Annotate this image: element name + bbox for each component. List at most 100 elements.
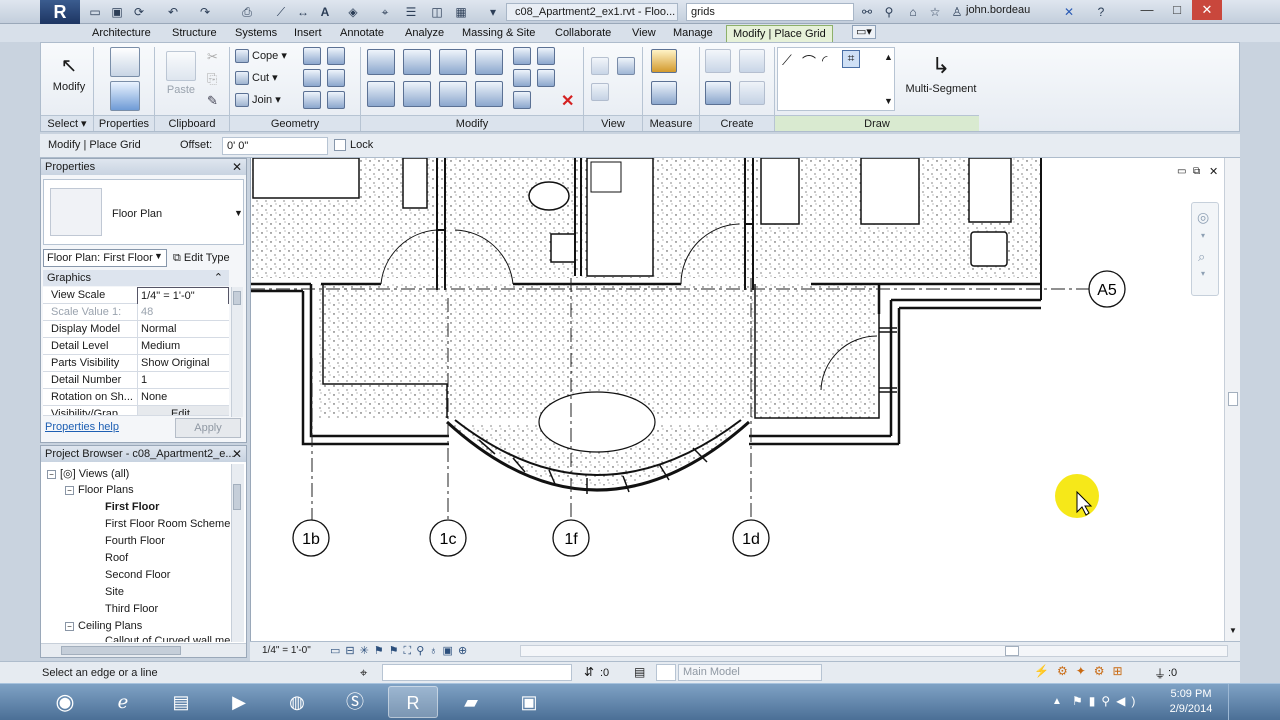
- type-properties-button[interactable]: [99, 47, 151, 80]
- print-icon[interactable]: ⎙: [238, 3, 256, 21]
- qat-dropdown-icon[interactable]: ▾: [484, 3, 502, 21]
- scroll-thumb[interactable]: [1228, 392, 1238, 406]
- text-icon[interactable]: A: [316, 3, 334, 21]
- prop-row-parts-visibility[interactable]: Parts Visibility Show Original: [43, 355, 229, 372]
- tab-analyze[interactable]: Analyze: [405, 25, 444, 42]
- offset-input[interactable]: 0' 0": [222, 137, 328, 155]
- maximize-icon[interactable]: □: [1162, 0, 1192, 20]
- communication-icon[interactable]: ⌂: [904, 3, 922, 21]
- tab-structure[interactable]: Structure: [172, 25, 217, 42]
- match-properties-icon[interactable]: ✎: [207, 93, 218, 109]
- mirror-draw-icon[interactable]: [475, 49, 503, 75]
- remove-paint-icon[interactable]: [327, 91, 345, 109]
- selection-filter-icons[interactable]: ⚡⚙✦⚙⊞: [1034, 664, 1131, 678]
- create-group-icon[interactable]: [705, 81, 731, 105]
- cut-geometry-button[interactable]: Cut ▾: [235, 71, 278, 86]
- media-player-icon[interactable]: ▶: [214, 686, 264, 718]
- tray-icons[interactable]: ⚑▮⚲◀): [1072, 694, 1141, 708]
- offset-icon[interactable]: [403, 49, 431, 75]
- split-face-icon[interactable]: [303, 69, 321, 87]
- file-explorer-icon[interactable]: ▤: [156, 686, 206, 718]
- panel-select[interactable]: Select ▾: [41, 115, 93, 131]
- create-assembly-icon[interactable]: [705, 49, 731, 73]
- panel-toggle-icon[interactable]: ▭▾: [852, 25, 876, 39]
- arc-center-icon[interactable]: ◜: [822, 52, 827, 69]
- prop-value[interactable]: Medium: [137, 338, 229, 354]
- arc-3pt-icon[interactable]: ⌒: [802, 52, 816, 72]
- tab-manage[interactable]: Manage: [673, 25, 713, 42]
- paste-button[interactable]: Paste: [163, 51, 199, 96]
- collapse-icon[interactable]: −: [47, 469, 56, 479]
- prop-row-rotation[interactable]: Rotation on Sh... None: [43, 389, 229, 406]
- binoculars-icon[interactable]: ⚯: [858, 3, 876, 21]
- prop-value[interactable]: 1/4" = 1'-0": [137, 287, 229, 305]
- undo-icon[interactable]: ↶: [164, 3, 182, 21]
- chrome-icon[interactable]: ◍: [272, 686, 322, 718]
- show-hidden-icons[interactable]: ▲: [1052, 696, 1062, 707]
- tab-systems[interactable]: Systems: [235, 25, 277, 42]
- search-input[interactable]: grids: [686, 3, 854, 21]
- copy-icon[interactable]: ⎘: [207, 71, 217, 87]
- thin-lines-icon[interactable]: ☰: [402, 3, 420, 21]
- favorites-icon[interactable]: ☆: [926, 3, 944, 21]
- prop-value[interactable]: None: [137, 389, 229, 405]
- edit-visibility-button[interactable]: Edit...: [137, 406, 229, 415]
- design-option-select[interactable]: Main Model: [678, 664, 822, 681]
- chevron-down-icon[interactable]: ▼: [154, 251, 163, 261]
- panel-geometry[interactable]: Geometry: [230, 115, 360, 131]
- demolish-icon[interactable]: [327, 47, 345, 65]
- scroll-down-icon[interactable]: ▼: [1229, 626, 1237, 635]
- start-button[interactable]: ◉: [42, 686, 88, 718]
- sync-icon[interactable]: ⟳: [130, 3, 148, 21]
- multi-segment-button[interactable]: ↳ Multi-Segment: [901, 49, 981, 95]
- subscription-icon[interactable]: ⚲: [880, 3, 898, 21]
- graphics-section-header[interactable]: Graphics ⌃: [43, 270, 229, 286]
- skype-icon[interactable]: Ⓢ: [330, 686, 380, 718]
- instance-filter-select[interactable]: Floor Plan: First Floor: [43, 249, 167, 267]
- gallery-scroll-up-icon[interactable]: ▲: [884, 52, 893, 62]
- prop-value[interactable]: Show Original: [137, 355, 229, 371]
- filter-icon[interactable]: ⏚: [1154, 665, 1166, 682]
- grid-bubble-1c[interactable]: 1c: [429, 519, 467, 557]
- panel-create[interactable]: Create: [700, 115, 774, 131]
- switch-windows-icon[interactable]: ▦: [452, 3, 470, 21]
- scroll-thumb[interactable]: [233, 291, 241, 305]
- unjoin-icon[interactable]: [327, 69, 345, 87]
- prop-row-detail-number[interactable]: Detail Number 1: [43, 372, 229, 389]
- override-graphics-icon[interactable]: [617, 57, 635, 75]
- move-icon[interactable]: [367, 81, 395, 107]
- join-button[interactable]: Join ▾: [235, 93, 281, 108]
- apply-button[interactable]: Apply: [175, 418, 241, 438]
- tab-collaborate[interactable]: Collaborate: [555, 25, 611, 42]
- chevron-down-icon[interactable]: ▾: [1201, 269, 1205, 278]
- prop-value[interactable]: 1: [137, 372, 229, 388]
- tree-item-roof[interactable]: Roof: [105, 552, 128, 564]
- edit-type-button[interactable]: ⧉ Edit Type: [173, 249, 245, 267]
- pin-icon[interactable]: [537, 47, 555, 65]
- grid-bubble-a5[interactable]: A5: [1088, 270, 1126, 308]
- dimension-icon[interactable]: ↔: [294, 3, 312, 21]
- panel-view[interactable]: View: [584, 115, 642, 131]
- clock-date[interactable]: 2/9/2014: [1162, 703, 1220, 715]
- zoom-icon[interactable]: ⌕: [1198, 249, 1205, 265]
- close-view-icon[interactable]: ✕: [1209, 165, 1218, 178]
- show-desktop-button[interactable]: [1228, 684, 1240, 720]
- drawing-canvas[interactable]: 1b 1c 1f 1d A5 ▭ ⧉ ✕ ◎ ▾ ⌕ ▾: [250, 158, 1224, 641]
- browser-scrollbar[interactable]: [231, 464, 244, 642]
- pick-lines-icon[interactable]: ⌗: [842, 50, 860, 68]
- scale-icon[interactable]: [513, 91, 531, 109]
- view-control-icons[interactable]: ▭⊟✳⚑⚑⛶⚲♁▣⊕: [330, 644, 472, 658]
- editing-requests-icon[interactable]: ⇵: [584, 665, 594, 679]
- chevron-down-icon[interactable]: ▾: [1201, 231, 1205, 240]
- measure-icon[interactable]: ⟋: [272, 3, 290, 21]
- unpin-icon[interactable]: [537, 69, 555, 87]
- grid-bubble-1b[interactable]: 1b: [292, 519, 330, 557]
- 3d-view-icon[interactable]: ◈: [344, 3, 362, 21]
- clock-time[interactable]: 5:09 PM: [1162, 688, 1220, 700]
- revit-taskbar-icon[interactable]: R: [388, 686, 438, 718]
- help-icon[interactable]: ?: [1092, 3, 1110, 21]
- trim-extend-icon[interactable]: [475, 81, 503, 107]
- panel-draw[interactable]: Draw: [775, 115, 979, 131]
- restore-view-icon[interactable]: ▭: [1177, 166, 1186, 177]
- tree-item-third-floor[interactable]: Third Floor: [105, 603, 158, 615]
